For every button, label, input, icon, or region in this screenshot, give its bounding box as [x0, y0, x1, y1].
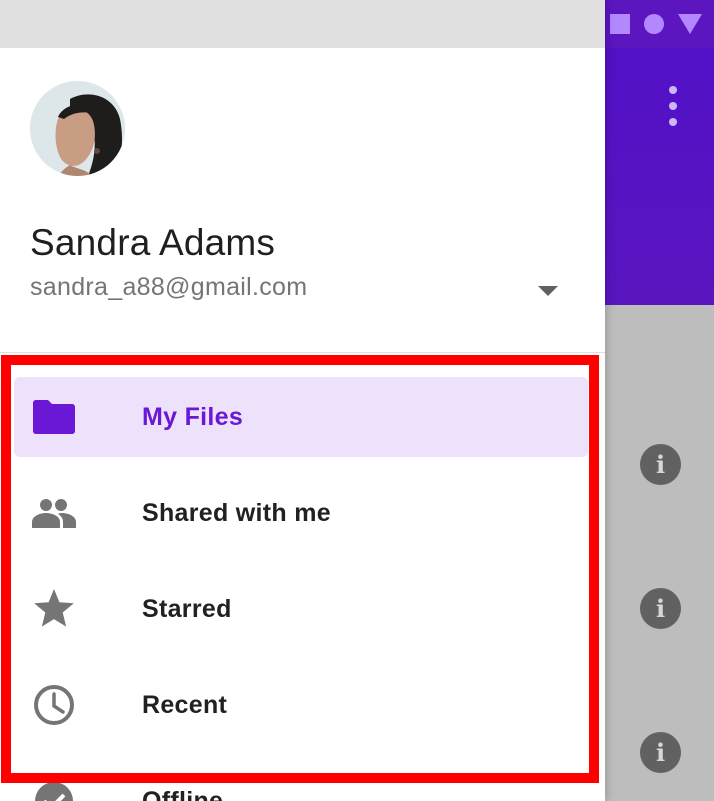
- nav-item-label: My Files: [142, 402, 244, 431]
- nav-item-my-files[interactable]: My Files: [14, 377, 588, 457]
- status-icons: [610, 12, 702, 36]
- nav-item-label: Offline: [142, 786, 224, 801]
- clock-icon: [32, 683, 76, 727]
- nav-item-label: Shared with me: [142, 498, 331, 527]
- user-email: sandra_a88@gmail.com: [30, 273, 308, 301]
- people-icon: [32, 491, 76, 535]
- nav-item-shared-with-me[interactable]: Shared with me: [14, 473, 588, 553]
- account-header: Sandra Adams sandra_a88@gmail.com: [0, 48, 605, 352]
- arrow-drop-down-icon: [538, 286, 558, 296]
- nav-item-recent[interactable]: Recent: [14, 665, 588, 745]
- nav-item-label: Recent: [142, 690, 228, 719]
- nav-item-offline[interactable]: Offline: [14, 761, 588, 801]
- info-icon[interactable]: i: [640, 444, 681, 485]
- nav-item-starred[interactable]: Starred: [14, 569, 588, 649]
- folder-icon: [32, 395, 76, 439]
- user-name: Sandra Adams: [30, 222, 276, 263]
- info-icon[interactable]: i: [640, 732, 681, 773]
- triangle-icon: [678, 14, 702, 34]
- star-icon: [32, 587, 76, 631]
- circle-icon: [644, 14, 664, 34]
- divider: [0, 352, 605, 353]
- drawer-status-bar: [0, 0, 605, 48]
- info-icon[interactable]: i: [640, 588, 681, 629]
- more-vert-icon[interactable]: [664, 86, 682, 126]
- square-icon: [610, 14, 630, 34]
- check-circle-icon: [32, 779, 76, 801]
- account-switcher-button[interactable]: [530, 278, 566, 304]
- nav-item-label: Starred: [142, 594, 232, 623]
- avatar[interactable]: [30, 81, 125, 176]
